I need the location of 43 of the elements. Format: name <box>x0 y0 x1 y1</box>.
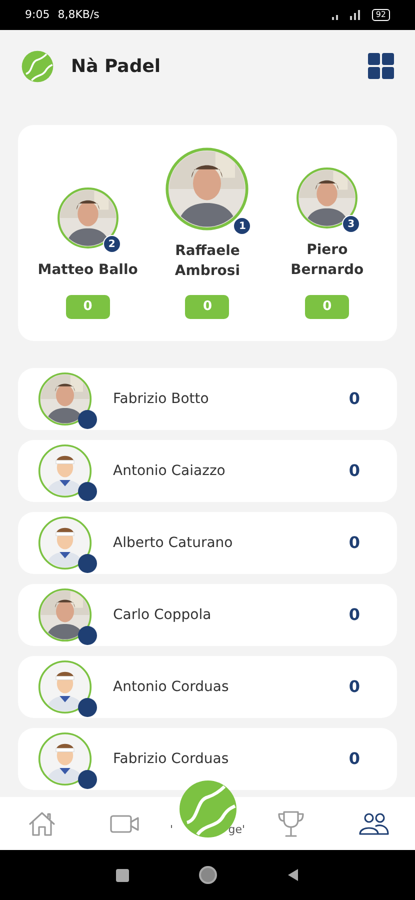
player-name: Fabrizio Botto <box>113 390 210 408</box>
player-row[interactable]: Carlo Coppola 0 <box>18 584 397 646</box>
player-row[interactable]: Fabrizio Botto 0 <box>18 368 397 430</box>
grid-menu-icon[interactable] <box>368 53 394 79</box>
ball-logo-icon <box>21 50 54 82</box>
player-score: 0 <box>348 604 360 626</box>
score-badge: 0 <box>185 295 230 319</box>
score-badge: 0 <box>66 295 110 319</box>
score-badge: 0 <box>305 295 350 319</box>
tab-label: ge' <box>228 822 245 838</box>
player-name: Alberto Caturano <box>113 534 234 552</box>
player-row[interactable]: Alberto Caturano 0 <box>18 512 397 574</box>
status-time: 9:05 <box>25 6 50 23</box>
app-title: Nà Padel <box>71 54 161 78</box>
rank-badge: 2 <box>102 235 121 253</box>
rank-badge: 3 <box>342 215 360 233</box>
default-avatar-icon <box>38 444 92 498</box>
player-score: 0 <box>348 532 360 554</box>
back-icon[interactable] <box>287 868 299 882</box>
player-name: Raffaele Ambrosi <box>174 242 242 281</box>
player-name: Antonio Corduas <box>113 678 230 696</box>
home-button-icon[interactable] <box>199 866 217 884</box>
default-avatar-icon <box>38 516 92 570</box>
recents-icon[interactable] <box>116 868 129 882</box>
trophy-icon[interactable] <box>276 808 306 838</box>
player-name: Piero Bernardo <box>290 241 365 280</box>
player-score: 0 <box>348 388 360 410</box>
player-name: Carlo Coppola <box>113 606 212 624</box>
tab-label: ' <box>170 822 174 838</box>
default-avatar-icon <box>38 660 92 714</box>
default-avatar-icon <box>38 732 92 786</box>
player-row[interactable]: Fabrizio Corduas 0 <box>18 728 397 790</box>
player-score: 0 <box>348 676 360 698</box>
rank-badge: 1 <box>233 217 252 235</box>
player-score: 0 <box>348 748 360 770</box>
player-name: Matteo Ballo <box>38 261 138 280</box>
player-name: Fabrizio Corduas <box>113 750 230 768</box>
player-name: Antonio Caiazzo <box>113 462 226 480</box>
battery-level: 92 <box>372 9 390 21</box>
player-row[interactable]: Antonio Corduas 0 <box>18 656 397 718</box>
player-row[interactable]: Antonio Caiazzo 0 <box>18 440 397 502</box>
player-score: 0 <box>348 460 360 482</box>
network-speed: 8,8KB/s <box>58 6 100 23</box>
